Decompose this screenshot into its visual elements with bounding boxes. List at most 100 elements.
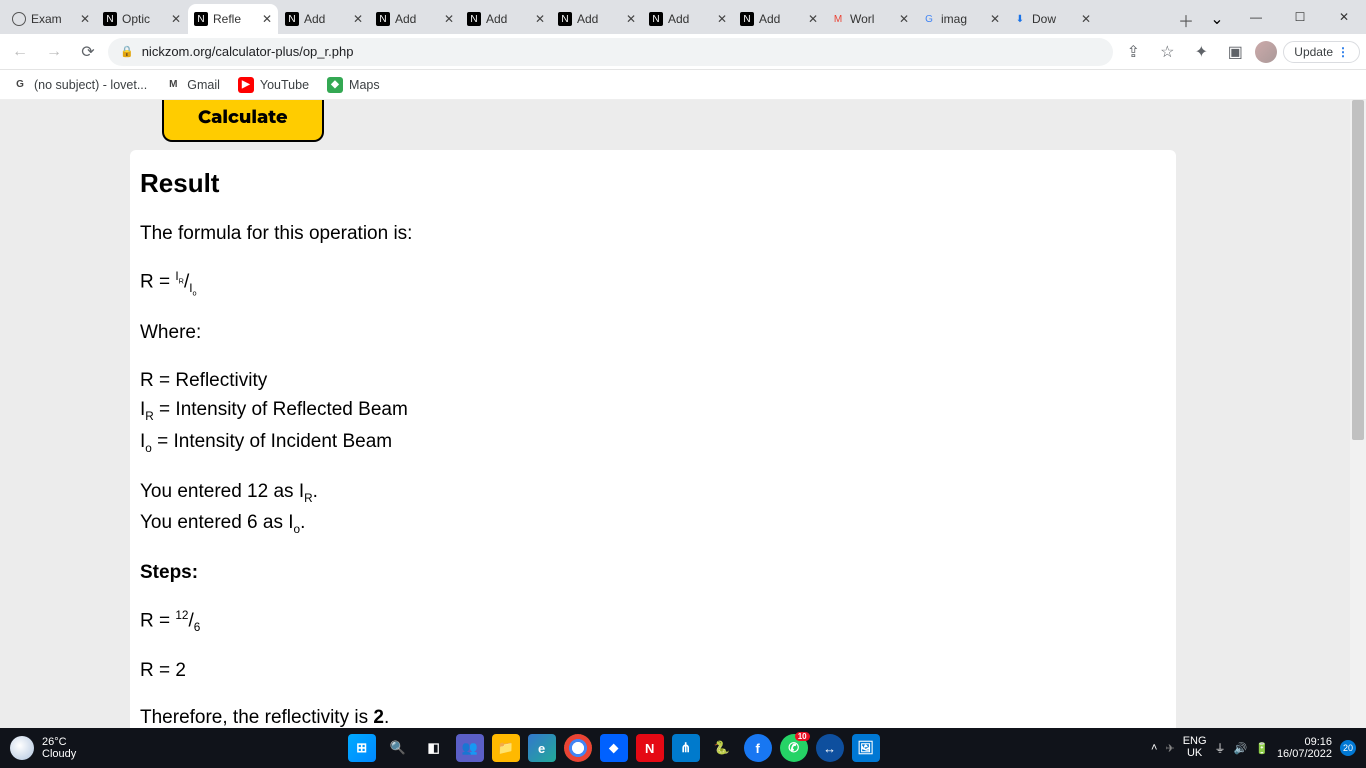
conclusion: Therefore, the reflectivity is 2. <box>140 705 1166 728</box>
browser-tab[interactable]: ⬇Dow✕ <box>1007 4 1097 34</box>
tab-title: Add <box>304 12 349 26</box>
toolbar-right: ⇪ ☆ ✦ ▣ Update ⋮ <box>1119 38 1360 66</box>
tab-close-icon[interactable]: ✕ <box>717 12 727 26</box>
minimize-button[interactable]: ― <box>1234 2 1278 32</box>
tray-chevron-icon[interactable]: ˄ <box>1151 742 1157 754</box>
tab-close-icon[interactable]: ✕ <box>444 12 454 26</box>
teamviewer-icon[interactable]: ↔ <box>816 734 844 762</box>
bookmark-item[interactable]: G(no subject) - lovet... <box>12 77 147 93</box>
tab-overflow-button[interactable]: ⌄ <box>1200 4 1234 34</box>
tab-favicon: N <box>558 12 572 26</box>
back-button[interactable]: ← <box>6 38 34 66</box>
step-fraction: R = 12/6 <box>140 608 1166 636</box>
tab-favicon: M <box>831 12 845 26</box>
result-card: Result The formula for this operation is… <box>130 150 1176 728</box>
browser-tab[interactable]: N Add ✕ <box>734 4 824 34</box>
tray-sync-icon[interactable]: ✈ <box>1165 742 1174 755</box>
teams-icon[interactable]: 👥 <box>456 734 484 762</box>
scrollbar-thumb[interactable] <box>1352 100 1364 440</box>
language-indicator[interactable]: ENG UK <box>1183 736 1207 759</box>
tab-title: Add <box>486 12 531 26</box>
taskbar-weather[interactable]: 26°C Cloudy <box>0 736 86 760</box>
windows-taskbar: 26°C Cloudy ⊞ 🔍 ◧ 👥 📁 e ⬥ N ⋔ 🐍 f ✆10 ↔ … <box>0 728 1366 768</box>
window-controls: ― ☐ ✕ <box>1234 0 1366 34</box>
battery-icon[interactable]: 🔋 <box>1255 742 1269 755</box>
formula: R = IR/Io <box>140 269 1166 298</box>
python-icon[interactable]: 🐍 <box>708 734 736 762</box>
browser-tab[interactable]: N Add ✕ <box>279 4 369 34</box>
bookmark-item[interactable]: MGmail <box>165 77 220 93</box>
extensions-icon[interactable]: ✦ <box>1187 38 1215 66</box>
clock[interactable]: 09:16 16/07/2022 <box>1277 736 1332 760</box>
tab-close-icon[interactable]: ✕ <box>808 12 818 26</box>
vscode-icon[interactable]: ⋔ <box>672 734 700 762</box>
start-button[interactable]: ⊞ <box>348 734 376 762</box>
omnibox[interactable]: 🔒 nickzom.org/calculator-plus/op_r.php <box>108 38 1113 66</box>
browser-tab[interactable]: NAdd✕ <box>643 4 733 34</box>
tab-close-icon[interactable]: ✕ <box>80 12 90 26</box>
tab-close-icon[interactable]: ✕ <box>899 12 909 26</box>
sidepanel-icon[interactable]: ▣ <box>1221 38 1249 66</box>
taskbar-center: ⊞ 🔍 ◧ 👥 📁 e ⬥ N ⋔ 🐍 f ✆10 ↔ 🖼 <box>86 734 1141 762</box>
tab-favicon: N <box>740 12 754 26</box>
menu-icon: ⋮ <box>1337 45 1349 59</box>
answer: R = 2 <box>140 658 1166 684</box>
browser-tab[interactable]: Exam✕ <box>6 4 96 34</box>
browser-tab[interactable]: N Add ✕ <box>552 4 642 34</box>
tab-close-icon[interactable]: ✕ <box>535 12 545 26</box>
tab-close-icon[interactable]: ✕ <box>353 12 363 26</box>
wifi-icon[interactable]: ⏚ <box>1215 740 1226 756</box>
forward-button[interactable]: → <box>40 38 68 66</box>
browser-tab[interactable]: NRefle✕ <box>188 4 278 34</box>
bookmark-item[interactable]: ▶YouTube <box>238 77 309 93</box>
update-button[interactable]: Update ⋮ <box>1283 41 1360 63</box>
browser-tab[interactable]: NAdd✕ <box>370 4 460 34</box>
volume-icon[interactable]: 🔊 <box>1234 742 1248 755</box>
tab-favicon: N <box>376 12 390 26</box>
close-window-button[interactable]: ✕ <box>1322 2 1366 32</box>
steps-label: Steps: <box>140 560 1166 586</box>
netflix-icon[interactable]: N <box>636 734 664 762</box>
scrollbar-track[interactable] <box>1350 100 1366 728</box>
update-label: Update <box>1294 45 1333 59</box>
explorer-icon[interactable]: 📁 <box>492 734 520 762</box>
photos-icon[interactable]: 🖼 <box>852 734 880 762</box>
tab-title: Add <box>759 12 804 26</box>
tab-close-icon[interactable]: ✕ <box>1081 12 1091 26</box>
tab-favicon: N <box>285 12 299 26</box>
tab-close-icon[interactable]: ✕ <box>262 12 272 26</box>
tab-close-icon[interactable]: ✕ <box>171 12 181 26</box>
star-icon[interactable]: ☆ <box>1153 38 1181 66</box>
browser-tab[interactable]: MWorl✕ <box>825 4 915 34</box>
whatsapp-icon[interactable]: ✆10 <box>780 734 808 762</box>
bookmark-icon: ◆ <box>327 77 343 93</box>
dropbox-icon[interactable]: ⬥ <box>600 734 628 762</box>
calculate-button[interactable]: Calculate <box>162 100 324 142</box>
weather-cond: Cloudy <box>42 748 76 760</box>
share-icon[interactable]: ⇪ <box>1119 38 1147 66</box>
taskview-icon[interactable]: ◧ <box>420 734 448 762</box>
chrome-icon[interactable] <box>564 734 592 762</box>
browser-tab[interactable]: NOptic✕ <box>97 4 187 34</box>
tab-close-icon[interactable]: ✕ <box>626 12 636 26</box>
system-tray: ˄ ✈ ENG UK ⏚ 🔊 🔋 09:16 16/07/2022 20 <box>1141 736 1366 760</box>
maximize-button[interactable]: ☐ <box>1278 2 1322 32</box>
notification-badge[interactable]: 20 <box>1340 740 1356 756</box>
weather-icon <box>10 736 34 760</box>
search-icon[interactable]: 🔍 <box>384 734 412 762</box>
bookmark-item[interactable]: ◆Maps <box>327 77 380 93</box>
edge-icon[interactable]: e <box>528 734 556 762</box>
def-r: R = Reflectivity <box>140 368 1166 394</box>
bookmark-icon: ▶ <box>238 77 254 93</box>
tab-close-icon[interactable]: ✕ <box>990 12 1000 26</box>
tab-favicon: N <box>649 12 663 26</box>
browser-tab[interactable]: NAdd✕ <box>461 4 551 34</box>
profile-avatar[interactable] <box>1255 41 1277 63</box>
new-tab-button[interactable]: ＋ <box>1172 6 1200 34</box>
facebook-icon[interactable]: f <box>744 734 772 762</box>
reload-button[interactable]: ⟳ <box>74 38 102 66</box>
browser-tab[interactable]: Gimag✕ <box>916 4 1006 34</box>
bookmarks-bar: G(no subject) - lovet... MGmail ▶YouTube ◆M… <box>0 70 1366 100</box>
tab-title: Add <box>577 12 622 26</box>
tab-title: imag <box>941 12 986 26</box>
